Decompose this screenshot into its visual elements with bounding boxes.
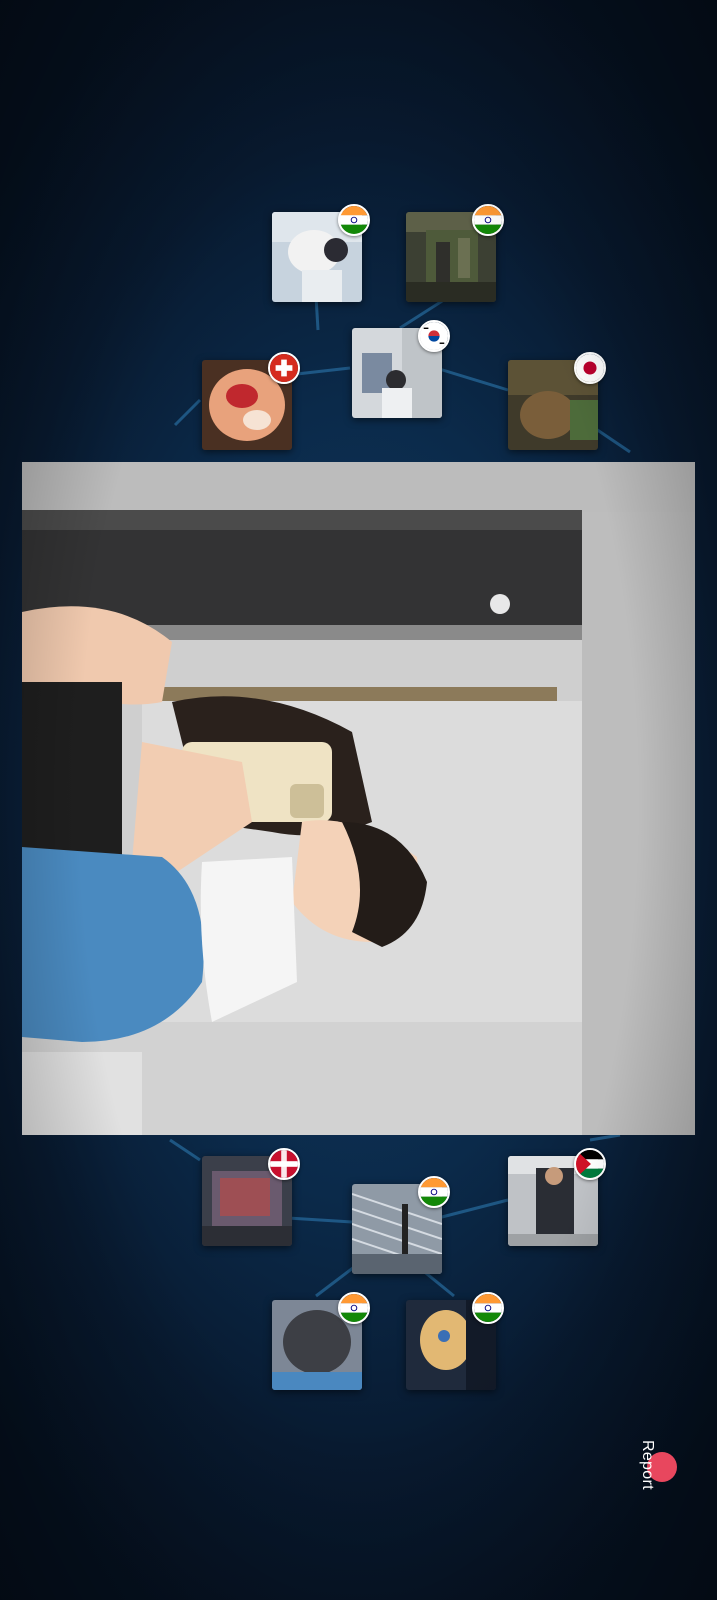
india-flag-icon <box>338 1292 370 1324</box>
main-profile-photo[interactable] <box>22 462 695 1135</box>
match-thumbnail[interactable] <box>352 1176 450 1274</box>
india-flag-icon <box>418 1176 450 1208</box>
match-thumbnail[interactable] <box>272 1292 370 1390</box>
red-flag-icon <box>268 1148 300 1180</box>
match-thumbnail[interactable] <box>272 204 370 302</box>
mirror-selfie-image <box>22 462 695 1135</box>
match-thumbnail[interactable] <box>202 1148 300 1246</box>
india-flag-icon <box>338 204 370 236</box>
match-thumbnail[interactable] <box>352 320 450 418</box>
report-label: Report <box>639 1440 656 1490</box>
report-button[interactable]: Report <box>636 1440 677 1560</box>
india-flag-icon <box>472 1292 504 1324</box>
jordan-flag-icon <box>574 1148 606 1180</box>
switzerland-flag-icon <box>268 352 300 384</box>
match-thumbnail[interactable] <box>202 352 300 450</box>
match-thumbnail[interactable] <box>406 1292 504 1390</box>
match-thumbnail[interactable] <box>508 352 606 450</box>
india-flag-icon <box>472 204 504 236</box>
match-thumbnail[interactable] <box>406 204 504 302</box>
match-thumbnail[interactable] <box>508 1148 606 1246</box>
south-korea-flag-icon <box>418 320 450 352</box>
japan-flag-icon <box>574 352 606 384</box>
